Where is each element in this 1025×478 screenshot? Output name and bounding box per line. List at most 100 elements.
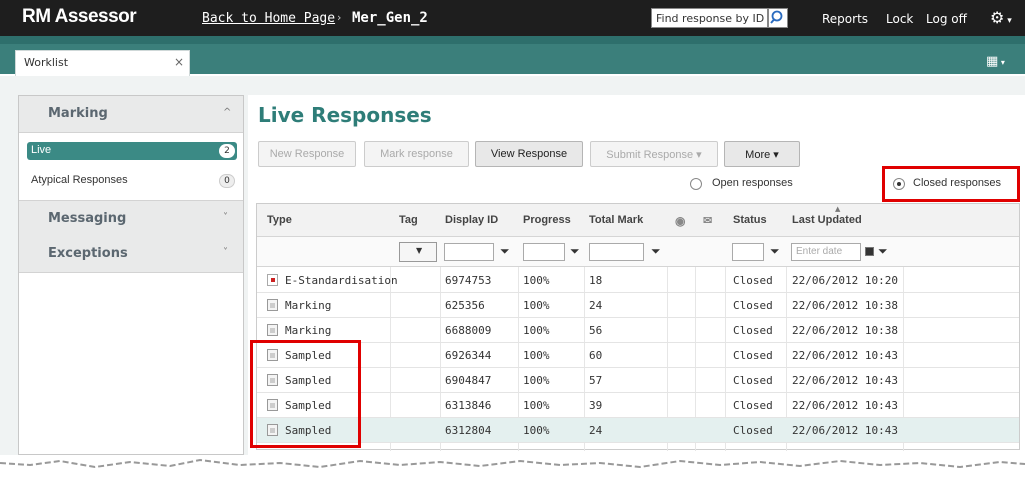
status-filter-input[interactable] xyxy=(732,243,764,261)
grid-menu-button[interactable]: ▦ ▾ xyxy=(986,54,1005,69)
total-mark-cell: 56 xyxy=(589,324,603,337)
total-mark-filter-input[interactable] xyxy=(589,243,644,261)
progress-filter-input[interactable] xyxy=(523,243,565,261)
open-responses-label: Open responses xyxy=(712,177,793,189)
submit-response-button[interactable]: Submit Response ▾ xyxy=(590,141,718,167)
envelope-icon[interactable]: ✉ xyxy=(703,214,712,227)
sidebar-section-exceptions[interactable]: Exceptions ˅ xyxy=(19,236,243,273)
table-row[interactable]: Marking 625356 100% 24 Closed 22/06/2012… xyxy=(257,293,1019,318)
view-response-button[interactable]: View Response xyxy=(475,141,583,167)
status-cell: Closed xyxy=(733,349,773,362)
table-row[interactable]: Sampled 6904847 100% 57 Closed 22/06/201… xyxy=(257,368,1019,393)
progress-cell: 100% xyxy=(523,274,550,287)
mark-response-button[interactable]: Mark response xyxy=(364,141,469,167)
total-mark-cell: 39 xyxy=(589,399,603,412)
status-cell: Closed xyxy=(733,274,773,287)
progress-cell: 100% xyxy=(523,399,550,412)
filter-row: ▼ ⏷ ⏷ ⏷ ⏷ Enter date ⏷ xyxy=(257,237,1019,267)
filter-icon[interactable]: ⏷ xyxy=(570,244,580,259)
display-id-cell: 6688009 xyxy=(445,324,492,337)
chevron-down-icon: ▼ xyxy=(416,246,423,255)
sidebar-item-label: Atypical Responses xyxy=(31,174,128,186)
settings-button[interactable]: ⚙ ▾ xyxy=(990,8,1012,27)
button-label: Submit Response ▾ xyxy=(606,149,702,161)
button-label: New Response xyxy=(269,148,345,160)
display-id-filter-input[interactable] xyxy=(444,243,494,261)
status-cell: Closed xyxy=(733,399,773,412)
top-header: RM Assessor Back to Home Page › Mer_Gen_… xyxy=(0,0,1025,36)
total-mark-cell: 18 xyxy=(589,274,603,287)
display-id-cell: 6926344 xyxy=(445,349,492,362)
lock-link[interactable]: Lock xyxy=(886,12,913,26)
total-mark-cell: 60 xyxy=(589,349,603,362)
logoff-link[interactable]: Log off xyxy=(926,12,967,26)
highlight-box-closed xyxy=(882,166,1020,202)
reports-link[interactable]: Reports xyxy=(822,12,868,26)
column-header-status[interactable]: Status xyxy=(733,214,767,226)
more-button[interactable]: More ▾ xyxy=(724,141,800,167)
filter-icon[interactable]: ⏷ xyxy=(500,244,510,259)
column-header-progress[interactable]: Progress xyxy=(523,214,571,226)
table-row[interactable]: Sampled 6926344 100% 60 Closed 22/06/201… xyxy=(257,343,1019,368)
progress-cell: 100% xyxy=(523,349,550,362)
search-icon xyxy=(770,10,783,24)
tab-label: Worklist xyxy=(24,56,69,69)
alert-icon[interactable]: ◉ xyxy=(675,214,685,228)
column-header-display-id[interactable]: Display ID xyxy=(445,214,498,226)
gear-icon: ⚙ xyxy=(990,8,1005,27)
sidebar-section-messaging[interactable]: Messaging ˅ xyxy=(19,200,243,237)
progress-cell: 100% xyxy=(523,299,550,312)
sidebar-item-live[interactable]: Live 2 xyxy=(27,142,237,160)
button-label: View Response xyxy=(490,148,568,160)
total-mark-cell: 57 xyxy=(589,374,603,387)
last-updated-cell: 22/06/2012 10:43 xyxy=(792,374,898,387)
sidebar-section-label: Exceptions xyxy=(48,246,128,261)
filter-icon[interactable]: ⏷ xyxy=(770,244,780,259)
response-type-icon xyxy=(267,324,278,336)
table-row[interactable]: Sampled 6313846 100% 39 Closed 22/06/201… xyxy=(257,393,1019,418)
button-label: Mark response xyxy=(380,148,453,160)
sidebar-item-atypical[interactable]: Atypical Responses 0 xyxy=(27,172,237,190)
sidebar: Marking ^ Live 2 Atypical Responses 0 Me… xyxy=(18,95,244,455)
sidebar-section-marking[interactable]: Marking ^ xyxy=(19,96,243,133)
table-row[interactable]: E-Standardisation 6974753 100% 18 Closed… xyxy=(257,268,1019,293)
chevron-down-icon: ˅ xyxy=(223,212,228,223)
column-header-type[interactable]: Type xyxy=(267,214,292,226)
find-response-placeholder: Find response by ID ▾ xyxy=(656,12,774,25)
sort-ascending-icon: ▲ xyxy=(835,205,841,213)
total-mark-cell: 24 xyxy=(589,299,603,312)
find-response-input[interactable]: Find response by ID ▾ xyxy=(651,8,773,28)
open-responses-radio[interactable] xyxy=(690,178,702,190)
table-row-selected[interactable]: Sampled 6312804 100% 24 Closed 22/06/201… xyxy=(257,418,1019,443)
column-header-tag[interactable]: Tag xyxy=(399,214,418,226)
responses-table: Type Tag Display ID Progress Total Mark … xyxy=(256,203,1020,451)
search-button[interactable] xyxy=(768,8,788,28)
column-header-last-updated[interactable]: Last Updated xyxy=(792,214,862,226)
date-filter-input[interactable]: Enter date xyxy=(791,243,861,261)
close-icon[interactable]: × xyxy=(174,55,184,69)
response-type-icon xyxy=(267,299,278,311)
display-id-cell: 6974753 xyxy=(445,274,492,287)
new-response-button[interactable]: New Response xyxy=(258,141,356,167)
status-cell: Closed xyxy=(733,374,773,387)
display-id-cell: 625356 xyxy=(445,299,485,312)
filter-icon[interactable]: ⏷ xyxy=(651,244,661,259)
status-cell: Closed xyxy=(733,324,773,337)
table-header: Type Tag Display ID Progress Total Mark … xyxy=(257,204,1019,237)
column-header-total-mark[interactable]: Total Mark xyxy=(589,214,643,226)
status-cell: Closed xyxy=(733,424,773,437)
breadcrumb-current: Mer_Gen_2 xyxy=(352,10,428,26)
e-standardisation-icon xyxy=(267,274,278,286)
calendar-icon[interactable] xyxy=(865,247,874,256)
highlight-box-sampled xyxy=(250,340,361,448)
filter-icon[interactable]: ⏷ xyxy=(878,244,888,259)
count-badge: 0 xyxy=(219,174,235,188)
type-cell: Marking xyxy=(285,324,332,337)
display-id-cell: 6904847 xyxy=(445,374,492,387)
table-row[interactable]: Marking 6688009 100% 56 Closed 22/06/201… xyxy=(257,318,1019,343)
tab-worklist[interactable]: Worklist × xyxy=(15,50,190,76)
tag-filter-dropdown[interactable]: ▼ xyxy=(399,242,437,262)
back-to-home-link[interactable]: Back to Home Page xyxy=(202,11,335,26)
breadcrumb-separator: › xyxy=(337,11,342,24)
sidebar-item-label: Live xyxy=(31,144,52,156)
